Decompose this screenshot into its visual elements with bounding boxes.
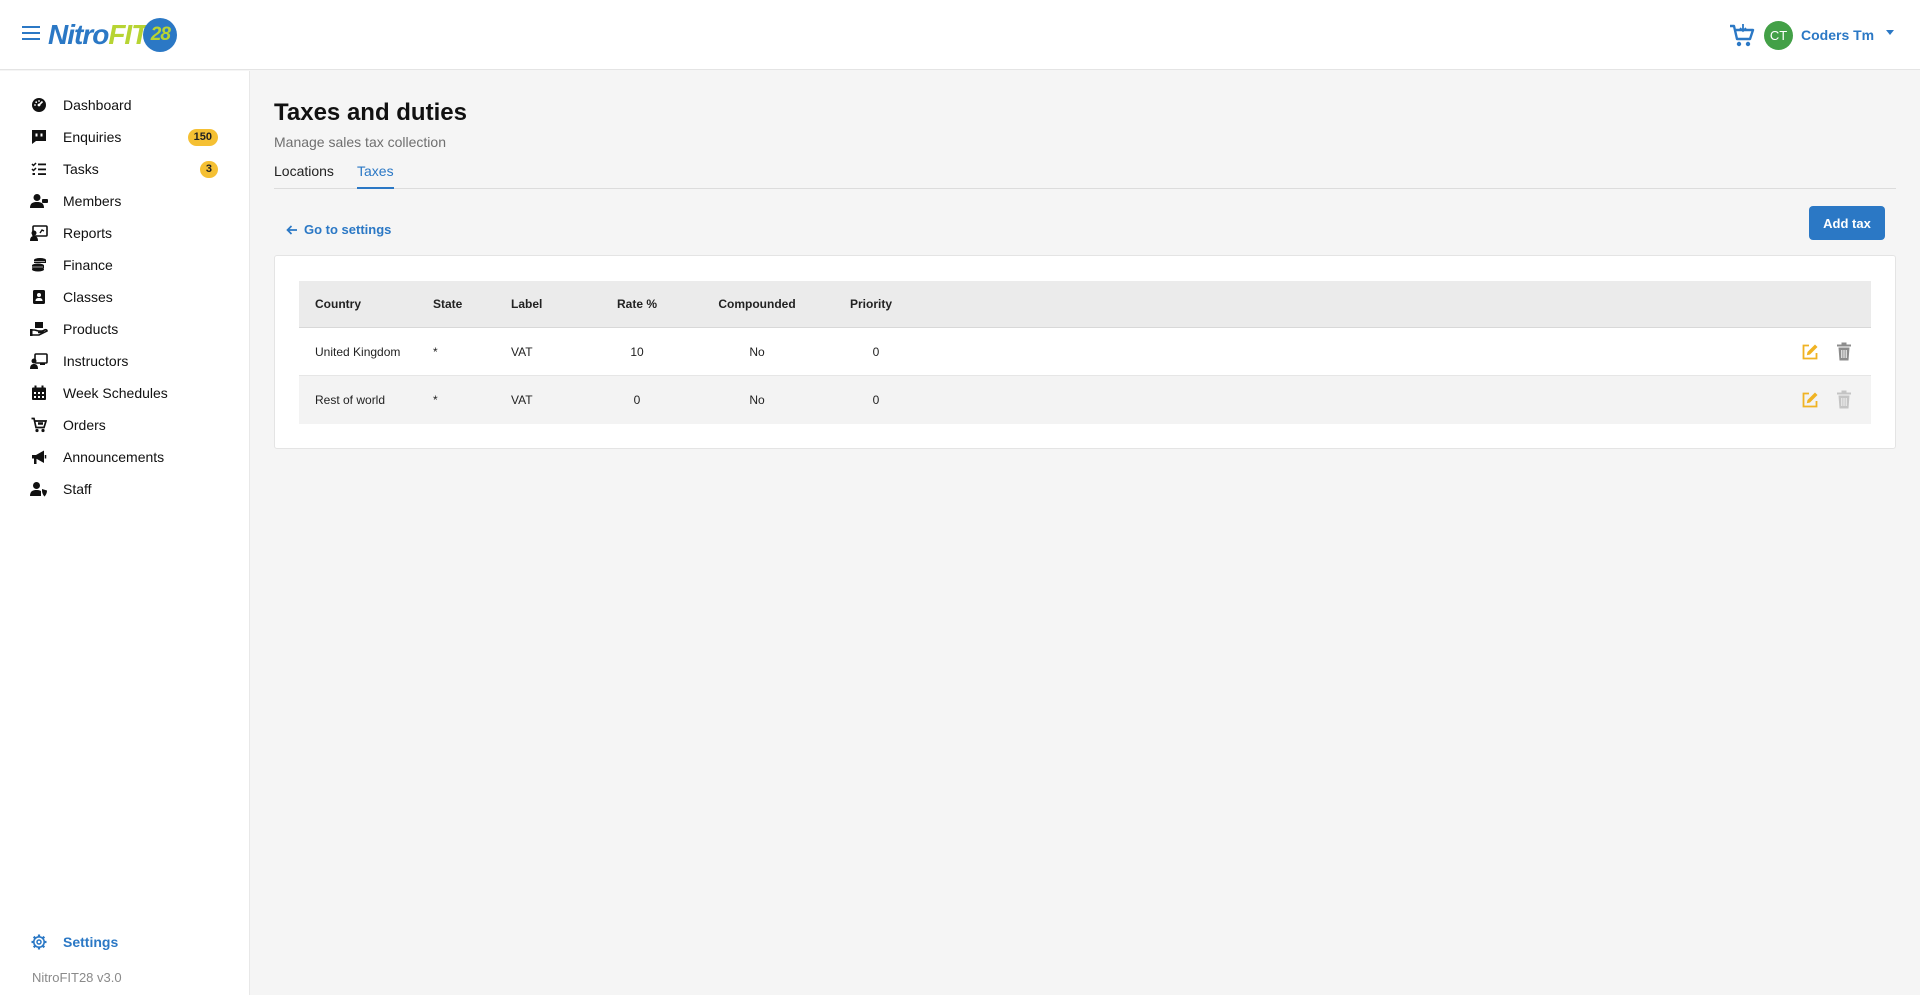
logo-text-fit: FIT bbox=[108, 19, 148, 50]
sidebar-item-week-schedules[interactable]: Week Schedules bbox=[0, 377, 249, 409]
header-state: State bbox=[433, 297, 463, 311]
user-name[interactable]: Coders Tm bbox=[1801, 27, 1874, 43]
cell-label: VAT bbox=[511, 393, 533, 407]
staff-icon bbox=[30, 480, 48, 498]
sidebar-item-announcements[interactable]: Announcements bbox=[0, 441, 249, 473]
cell-state: * bbox=[433, 393, 438, 407]
sidebar-item-label: Orders bbox=[63, 417, 106, 433]
logo-text-nitro: Nitro bbox=[48, 19, 109, 50]
cell-priority: 0 bbox=[872, 393, 880, 407]
header-country: Country bbox=[315, 297, 361, 311]
header-priority: Priority bbox=[849, 297, 892, 311]
table-header: Country State Label Rate % Compounded Pr… bbox=[299, 281, 1871, 328]
table-row[interactable]: United Kingdom * VAT 10 No 0 bbox=[299, 328, 1871, 376]
trash-icon bbox=[1836, 390, 1852, 409]
sidebar-item-label: Staff bbox=[63, 481, 92, 497]
cell-country: Rest of world bbox=[315, 393, 386, 407]
sidebar-item-dashboard[interactable]: Dashboard bbox=[0, 89, 249, 121]
instructors-icon bbox=[30, 352, 48, 370]
edit-icon[interactable] bbox=[1801, 391, 1819, 409]
sidebar-item-label: Tasks bbox=[63, 161, 99, 177]
top-bar: Nitro FIT 28 CT Coders Tm bbox=[0, 0, 1920, 70]
hamburger-menu-icon[interactable] bbox=[20, 22, 42, 46]
arrow-left-icon bbox=[286, 224, 297, 235]
taxes-table: Country State Label Rate % Compounded Pr… bbox=[299, 281, 1871, 424]
gear-icon bbox=[30, 933, 48, 951]
tab-taxes[interactable]: Taxes bbox=[357, 163, 394, 189]
sidebar-item-members[interactable]: Members bbox=[0, 185, 249, 217]
tasks-count-badge: 3 bbox=[199, 160, 218, 178]
cell-state: * bbox=[433, 344, 438, 359]
tab-locations[interactable]: Locations bbox=[274, 163, 334, 187]
cell-compounded: No bbox=[749, 344, 765, 359]
cart-icon[interactable] bbox=[1728, 22, 1756, 48]
cell-priority: 0 bbox=[872, 344, 880, 359]
sidebar-item-enquiries[interactable]: Enquiries 150 bbox=[0, 121, 249, 153]
sidebar-item-instructors[interactable]: Instructors bbox=[0, 345, 249, 377]
page-subtitle: Manage sales tax collection bbox=[274, 134, 446, 150]
cart-icon bbox=[30, 416, 48, 434]
header-rate: Rate % bbox=[616, 297, 657, 311]
tab-bar: Locations Taxes bbox=[274, 157, 1896, 189]
sidebar-item-staff[interactable]: Staff bbox=[0, 473, 249, 505]
products-icon bbox=[30, 320, 48, 338]
cell-rate: 0 bbox=[633, 393, 641, 407]
settings-label: Settings bbox=[63, 934, 119, 950]
megaphone-icon bbox=[30, 448, 48, 466]
user-avatar[interactable]: CT bbox=[1764, 21, 1793, 50]
sidebar-item-label: Instructors bbox=[63, 353, 129, 369]
sidebar-item-products[interactable]: Products bbox=[0, 313, 249, 345]
taxes-card: Country State Label Rate % Compounded Pr… bbox=[274, 255, 1896, 449]
sidebar-item-label: Announcements bbox=[63, 449, 165, 465]
classes-icon bbox=[30, 288, 48, 306]
sidebar-item-label: Finance bbox=[63, 257, 113, 273]
sidebar-item-label: Classes bbox=[63, 289, 113, 305]
sidebar-item-settings[interactable]: Settings bbox=[0, 927, 249, 957]
sidebar-item-finance[interactable]: Finance bbox=[0, 249, 249, 281]
sidebar-item-classes[interactable]: Classes bbox=[0, 281, 249, 313]
trash-icon[interactable] bbox=[1836, 342, 1852, 361]
logo-badge-28: 28 bbox=[143, 18, 178, 52]
go-to-settings-link[interactable]: Go to settings bbox=[286, 222, 391, 237]
sidebar-item-label: Products bbox=[63, 321, 119, 337]
calendar-icon bbox=[30, 384, 48, 402]
enquiries-icon bbox=[30, 128, 48, 146]
sidebar: Dashboard Enquiries 150 Tasks 3 Members … bbox=[0, 71, 250, 995]
dashboard-icon bbox=[30, 96, 48, 114]
sidebar-item-tasks[interactable]: Tasks 3 bbox=[0, 153, 249, 185]
cell-compounded: No bbox=[749, 393, 765, 407]
sidebar-item-orders[interactable]: Orders bbox=[0, 409, 249, 441]
table-row[interactable]: Rest of world * VAT 0 No 0 bbox=[299, 376, 1871, 424]
app-logo[interactable]: Nitro FIT 28 bbox=[48, 16, 178, 54]
finance-icon bbox=[30, 256, 48, 274]
sidebar-item-label: Week Schedules bbox=[63, 385, 168, 401]
edit-icon[interactable] bbox=[1801, 343, 1819, 361]
cell-rate: 10 bbox=[630, 344, 644, 359]
cell-label: VAT bbox=[511, 344, 533, 359]
sidebar-item-label: Enquiries bbox=[63, 129, 122, 145]
cell-country: United Kingdom bbox=[315, 344, 401, 359]
sidebar-item-label: Reports bbox=[63, 225, 113, 241]
add-tax-button[interactable]: Add tax bbox=[1809, 206, 1885, 240]
go-to-settings-label: Go to settings bbox=[304, 222, 392, 237]
tasks-icon bbox=[30, 160, 48, 178]
members-icon bbox=[30, 192, 48, 210]
sidebar-item-label: Dashboard bbox=[63, 97, 132, 113]
page-title: Taxes and duties bbox=[274, 99, 467, 126]
app-version: NitroFIT28 v3.0 bbox=[32, 970, 122, 985]
header-compounded: Compounded bbox=[718, 297, 796, 311]
enquiries-count-badge: 150 bbox=[187, 128, 218, 146]
sidebar-item-label: Members bbox=[63, 193, 122, 209]
chevron-down-icon[interactable] bbox=[1886, 30, 1894, 35]
header-label: Label bbox=[511, 297, 543, 311]
sidebar-item-reports[interactable]: Reports bbox=[0, 217, 249, 249]
reports-icon bbox=[30, 224, 48, 242]
